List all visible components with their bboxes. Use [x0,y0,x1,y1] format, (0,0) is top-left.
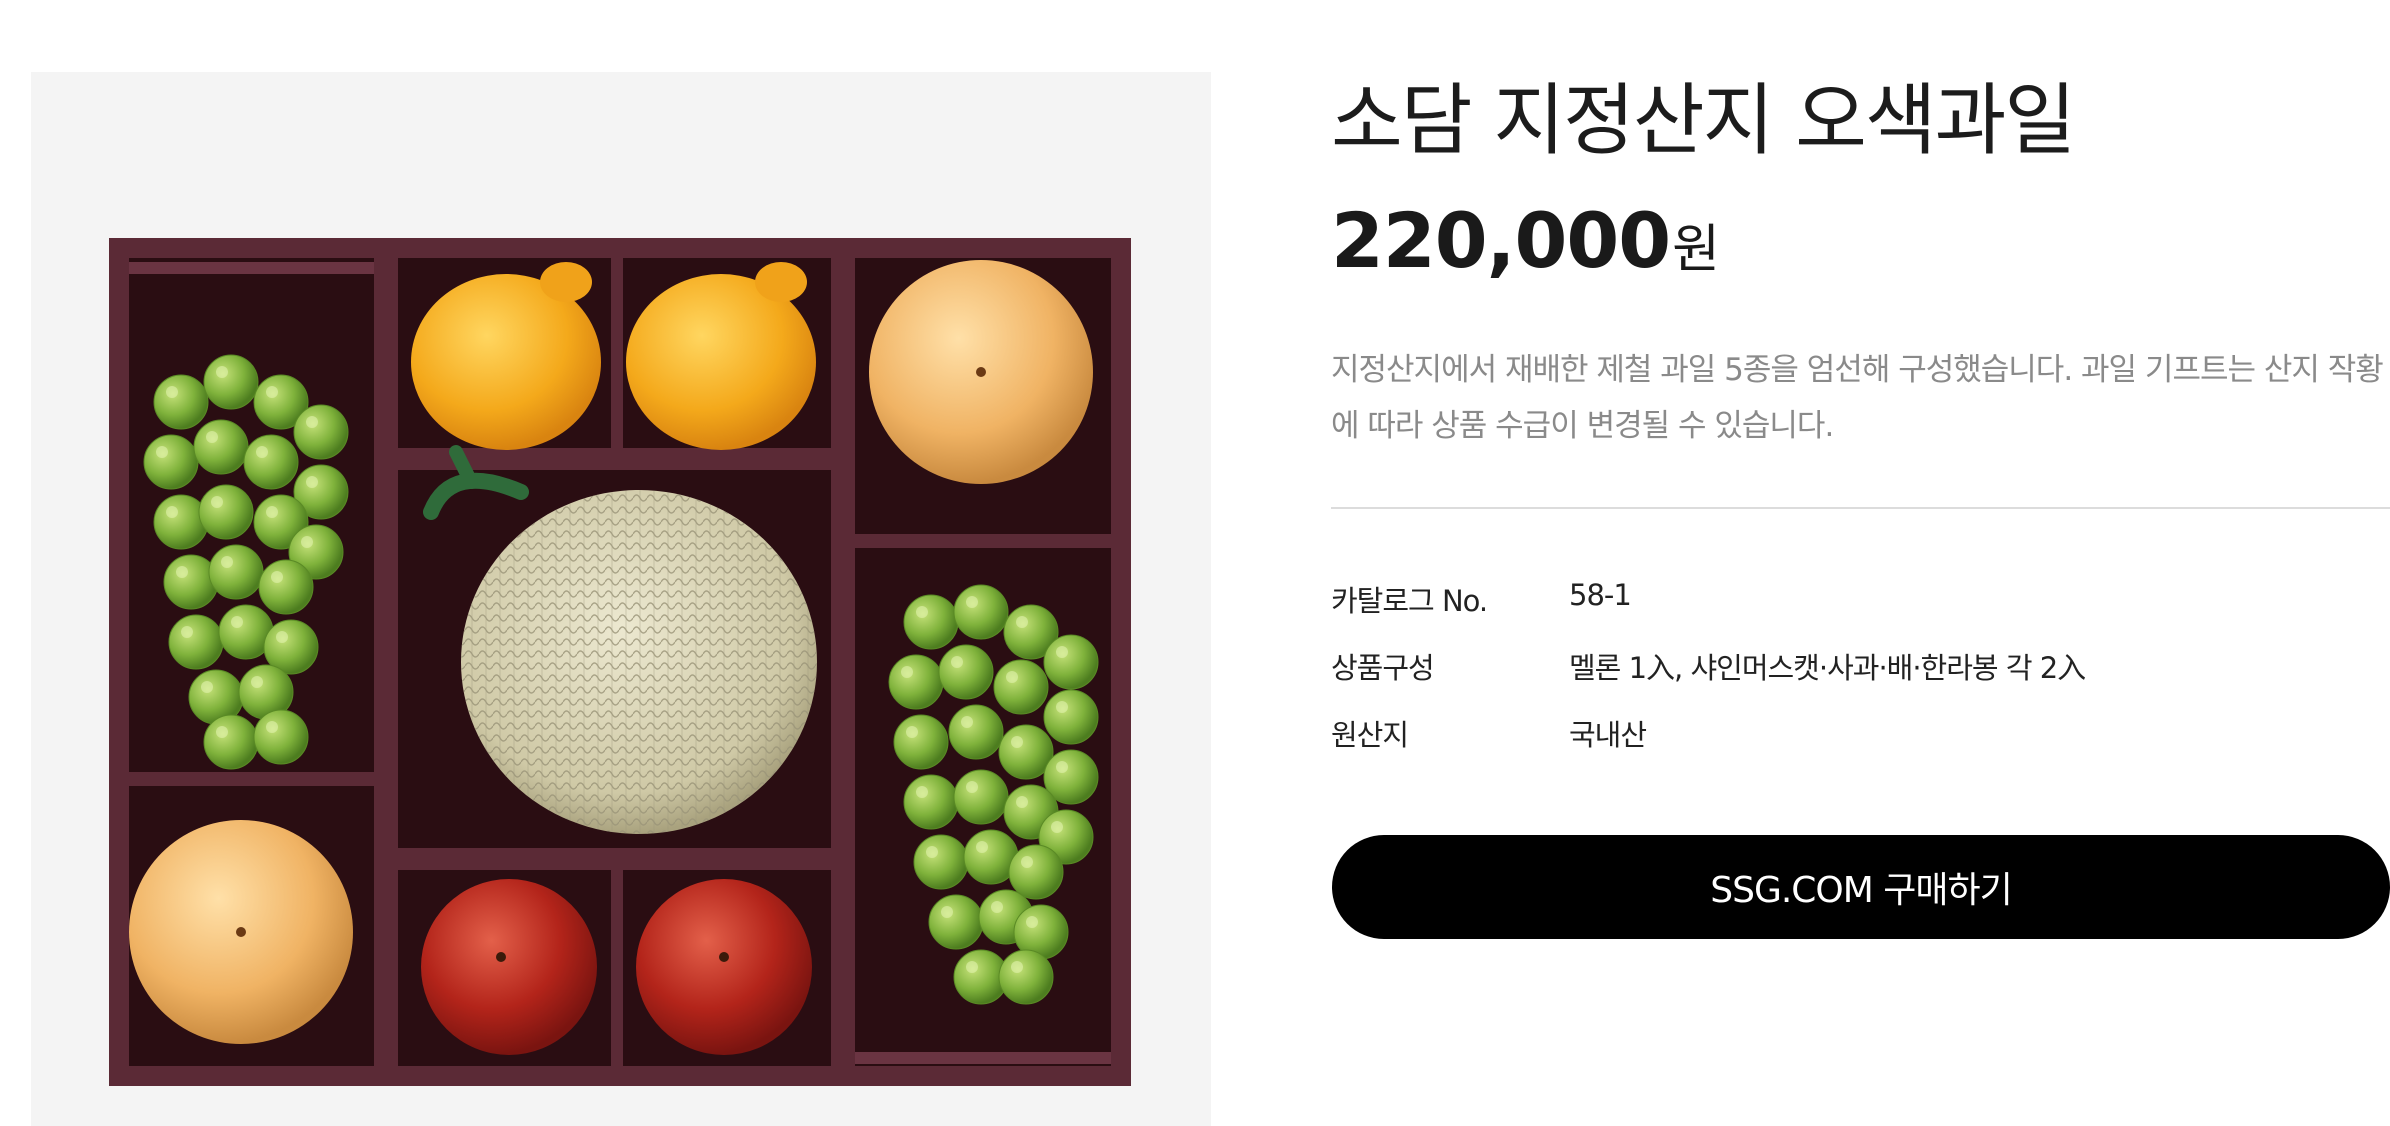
spec-label-composition: 상품구성 [1331,651,1435,685]
price-unit: 원 [1672,220,1720,280]
divider [1331,507,2390,509]
buy-button[interactable]: SSG.COM 구매하기 [1332,835,2390,939]
price-value: 220,000 [1331,196,1671,285]
product-image [31,72,1211,1126]
spec-value-origin: 국내산 [1569,718,1647,752]
spec-value-composition: 멜론 1入, 샤인머스캣·사과·배·한라봉 각 2入 [1569,651,2086,685]
product-description: 지정산지에서 재배한 제철 과일 5종을 엄선해 구성했습니다. 과일 기프트는… [1331,352,2384,444]
spec-value-catalog: 58-1 [1569,578,1632,612]
fruit-gift-box-photo [109,238,1131,1086]
product-title: 소담 지정산지 오색과일 [1331,76,2076,166]
spec-label-origin: 원산지 [1331,718,1409,752]
product-price: 220,000원 [1331,196,1720,285]
spec-label-catalog: 카탈로그 No. [1331,584,1488,618]
